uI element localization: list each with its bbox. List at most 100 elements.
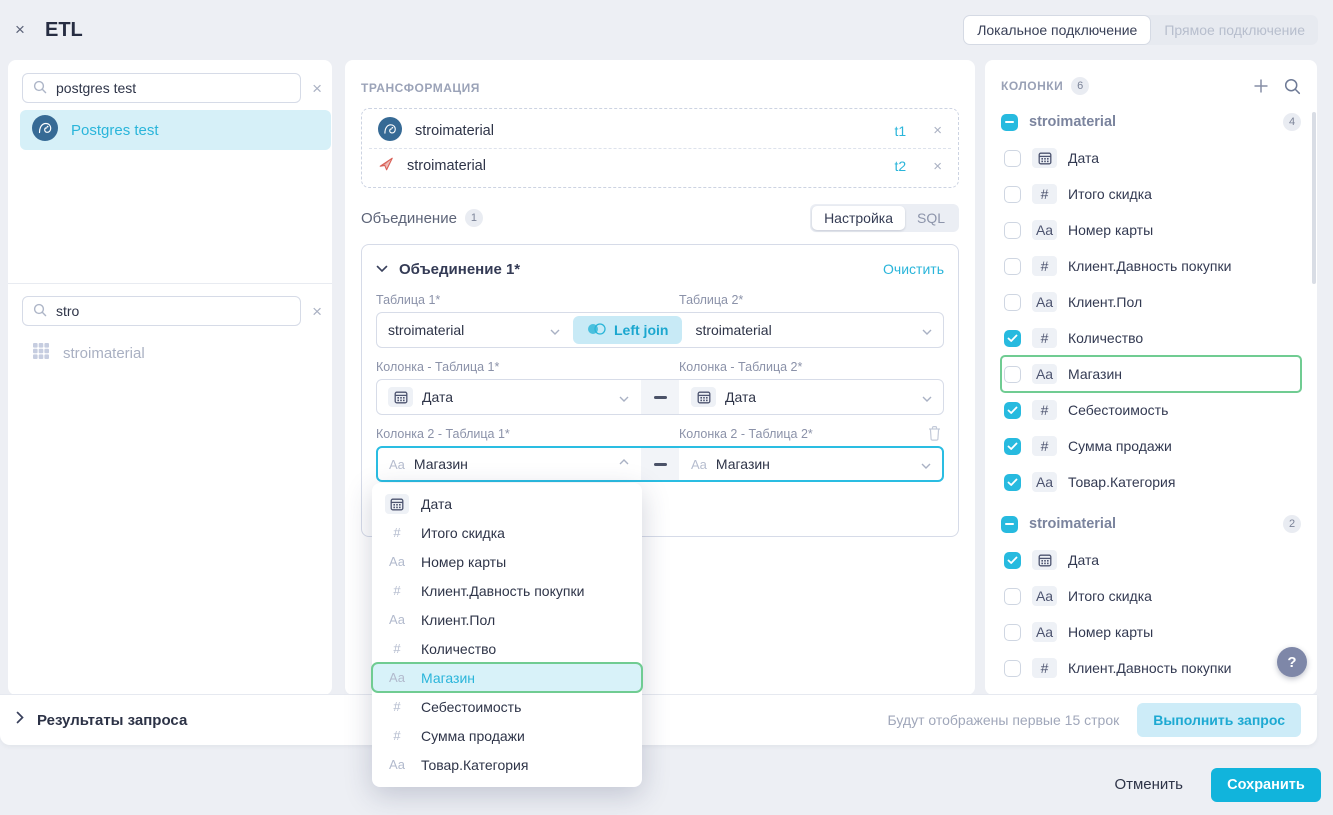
checkbox-checked[interactable] bbox=[1004, 552, 1021, 569]
dropdown-item[interactable]: #Количество bbox=[372, 634, 642, 663]
checkbox-unchecked[interactable] bbox=[1004, 588, 1021, 605]
table-item-stroimaterial[interactable]: stroimaterial bbox=[32, 338, 322, 368]
table2-select[interactable]: stroimaterial bbox=[684, 313, 943, 347]
checkbox-unchecked[interactable] bbox=[1004, 624, 1021, 641]
dropdown-item[interactable]: #Сумма продажи bbox=[372, 721, 642, 750]
column-item[interactable]: #Себестоимость bbox=[1001, 392, 1301, 428]
clear-connections-search-icon[interactable]: × bbox=[312, 80, 322, 97]
column1-table2-select[interactable]: Дата bbox=[680, 380, 943, 414]
dropdown-item[interactable]: #Клиент.Давность покупки bbox=[372, 576, 642, 605]
column-item-label: Дата bbox=[1068, 150, 1099, 166]
number-type-icon: # bbox=[385, 697, 409, 717]
search-columns-icon[interactable] bbox=[1284, 78, 1301, 95]
column1-table1-select[interactable]: Дата bbox=[377, 380, 640, 414]
add-column-icon[interactable] bbox=[1253, 78, 1269, 94]
checkbox-unchecked[interactable] bbox=[1004, 150, 1021, 167]
dropdown-item[interactable]: AaНомер карты bbox=[372, 547, 642, 576]
checkbox-unchecked[interactable] bbox=[1004, 294, 1021, 311]
text-type-icon: Aa bbox=[1032, 622, 1057, 642]
chevron-down-icon bbox=[922, 322, 932, 338]
dropdown-item-label: Итого скидка bbox=[421, 525, 505, 541]
text-type-icon: Aa bbox=[385, 552, 409, 572]
column-item[interactable]: AaИтого скидка bbox=[1001, 578, 1301, 614]
group-checkbox-indeterminate[interactable] bbox=[1001, 516, 1018, 533]
dropdown-item[interactable]: AaМагазин bbox=[372, 663, 642, 692]
column-item[interactable]: AaТовар.Категория bbox=[1001, 464, 1301, 500]
checkbox-checked[interactable] bbox=[1004, 402, 1021, 419]
column-item-label: Итого скидка bbox=[1068, 186, 1152, 202]
checkbox-unchecked[interactable] bbox=[1004, 366, 1021, 383]
cancel-button[interactable]: Отменить bbox=[1114, 768, 1183, 802]
dropdown-item[interactable]: AaКлиент.Пол bbox=[372, 605, 642, 634]
number-type-icon: # bbox=[1032, 184, 1057, 204]
group-name[interactable]: stroimaterial bbox=[1029, 516, 1116, 532]
table-grid-icon bbox=[32, 342, 50, 364]
checkbox-unchecked[interactable] bbox=[1004, 186, 1021, 203]
column-item[interactable]: # Итого скидка bbox=[1001, 176, 1301, 212]
number-type-icon: # bbox=[385, 581, 409, 601]
checkbox-unchecked[interactable] bbox=[1004, 222, 1021, 239]
save-button[interactable]: Сохранить bbox=[1211, 768, 1321, 802]
column2-table2-value: Магазин bbox=[716, 456, 770, 472]
clear-tables-search-icon[interactable]: × bbox=[312, 303, 322, 320]
direct-connection-button[interactable]: Прямое подключение bbox=[1151, 15, 1318, 45]
sources-sidebar: postgres test × Postgres test stro × str… bbox=[8, 60, 332, 695]
source-table-row[interactable]: stroimaterial t1 × bbox=[369, 113, 951, 148]
dropdown-item[interactable]: Дата bbox=[372, 489, 642, 518]
column2-table1-select[interactable]: Aa Магазин bbox=[378, 448, 640, 480]
clear-join-link[interactable]: Очистить bbox=[883, 261, 944, 277]
calendar-icon bbox=[385, 494, 409, 514]
equals-separator bbox=[641, 380, 679, 414]
dropdown-item[interactable]: # Себестоимость bbox=[372, 692, 642, 721]
column-item[interactable]: AaНомер карты bbox=[1001, 212, 1301, 248]
dropdown-item[interactable]: #Итого скидка bbox=[372, 518, 642, 547]
number-type-icon: # bbox=[385, 726, 409, 746]
text-type-icon: Aa bbox=[385, 610, 409, 630]
group-count-badge: 2 bbox=[1283, 515, 1301, 533]
calendar-icon bbox=[1032, 550, 1057, 570]
checkbox-unchecked[interactable] bbox=[1004, 258, 1021, 275]
column-item[interactable]: #Количество bbox=[1001, 320, 1301, 356]
run-query-button[interactable]: Выполнить запрос bbox=[1137, 703, 1301, 737]
checkbox-checked[interactable] bbox=[1004, 474, 1021, 491]
join-section-label: Объединение bbox=[361, 210, 457, 227]
tables-search-input[interactable]: stro bbox=[22, 296, 301, 326]
checkbox-checked[interactable] bbox=[1004, 438, 1021, 455]
local-connection-button[interactable]: Локальное подключение bbox=[963, 15, 1151, 45]
column2-table2-select[interactable]: Aa Магазин bbox=[680, 448, 942, 480]
dropdown-item-label: Себестоимость bbox=[421, 699, 521, 715]
column2-table1-value: Магазин bbox=[414, 456, 468, 472]
dropdown-item[interactable]: AaТовар.Категория bbox=[372, 750, 642, 779]
connections-search-input[interactable]: postgres test bbox=[22, 73, 301, 103]
column-item[interactable]: AaМагазин bbox=[1001, 356, 1301, 392]
remove-source-icon[interactable]: × bbox=[933, 122, 942, 139]
tab-sql[interactable]: SQL bbox=[905, 206, 957, 230]
join-type-button[interactable]: Left join bbox=[573, 316, 682, 344]
checkbox-checked[interactable] bbox=[1004, 330, 1021, 347]
postgres-icon bbox=[378, 117, 402, 145]
tab-settings[interactable]: Настройка bbox=[812, 206, 905, 230]
results-title[interactable]: Результаты запроса bbox=[37, 712, 187, 729]
table1-select[interactable]: stroimaterial bbox=[377, 313, 571, 347]
close-icon[interactable]: × bbox=[15, 20, 37, 40]
checkbox-unchecked[interactable] bbox=[1004, 660, 1021, 677]
help-button[interactable]: ? bbox=[1277, 647, 1307, 677]
column-item[interactable]: #Клиент.Давность покупки bbox=[1001, 248, 1301, 284]
column-item[interactable]: #Клиент.Давность покупки bbox=[1001, 650, 1301, 686]
column-item[interactable]: #Сумма продажи bbox=[1001, 428, 1301, 464]
remove-source-icon[interactable]: × bbox=[933, 158, 942, 175]
column-item[interactable]: AaНомер карты bbox=[1001, 614, 1301, 650]
column-item-label: Себестоимость bbox=[1068, 402, 1168, 418]
column-item[interactable]: Дата bbox=[1001, 140, 1301, 176]
source-table-row[interactable]: stroimaterial t2 × bbox=[369, 148, 951, 183]
group-checkbox-indeterminate[interactable] bbox=[1001, 114, 1018, 131]
chevron-down-icon[interactable] bbox=[376, 260, 388, 278]
column-item[interactable]: Дата bbox=[1001, 542, 1301, 578]
chevron-right-icon[interactable] bbox=[16, 711, 24, 729]
connection-item-postgres[interactable]: Postgres test bbox=[20, 110, 331, 150]
columns-scrollbar[interactable] bbox=[1312, 112, 1316, 284]
number-type-icon: # bbox=[1032, 436, 1057, 456]
column-item[interactable]: AaКлиент.Пол bbox=[1001, 284, 1301, 320]
group-name[interactable]: stroimaterial bbox=[1029, 114, 1116, 130]
delete-condition-icon[interactable] bbox=[927, 425, 942, 444]
